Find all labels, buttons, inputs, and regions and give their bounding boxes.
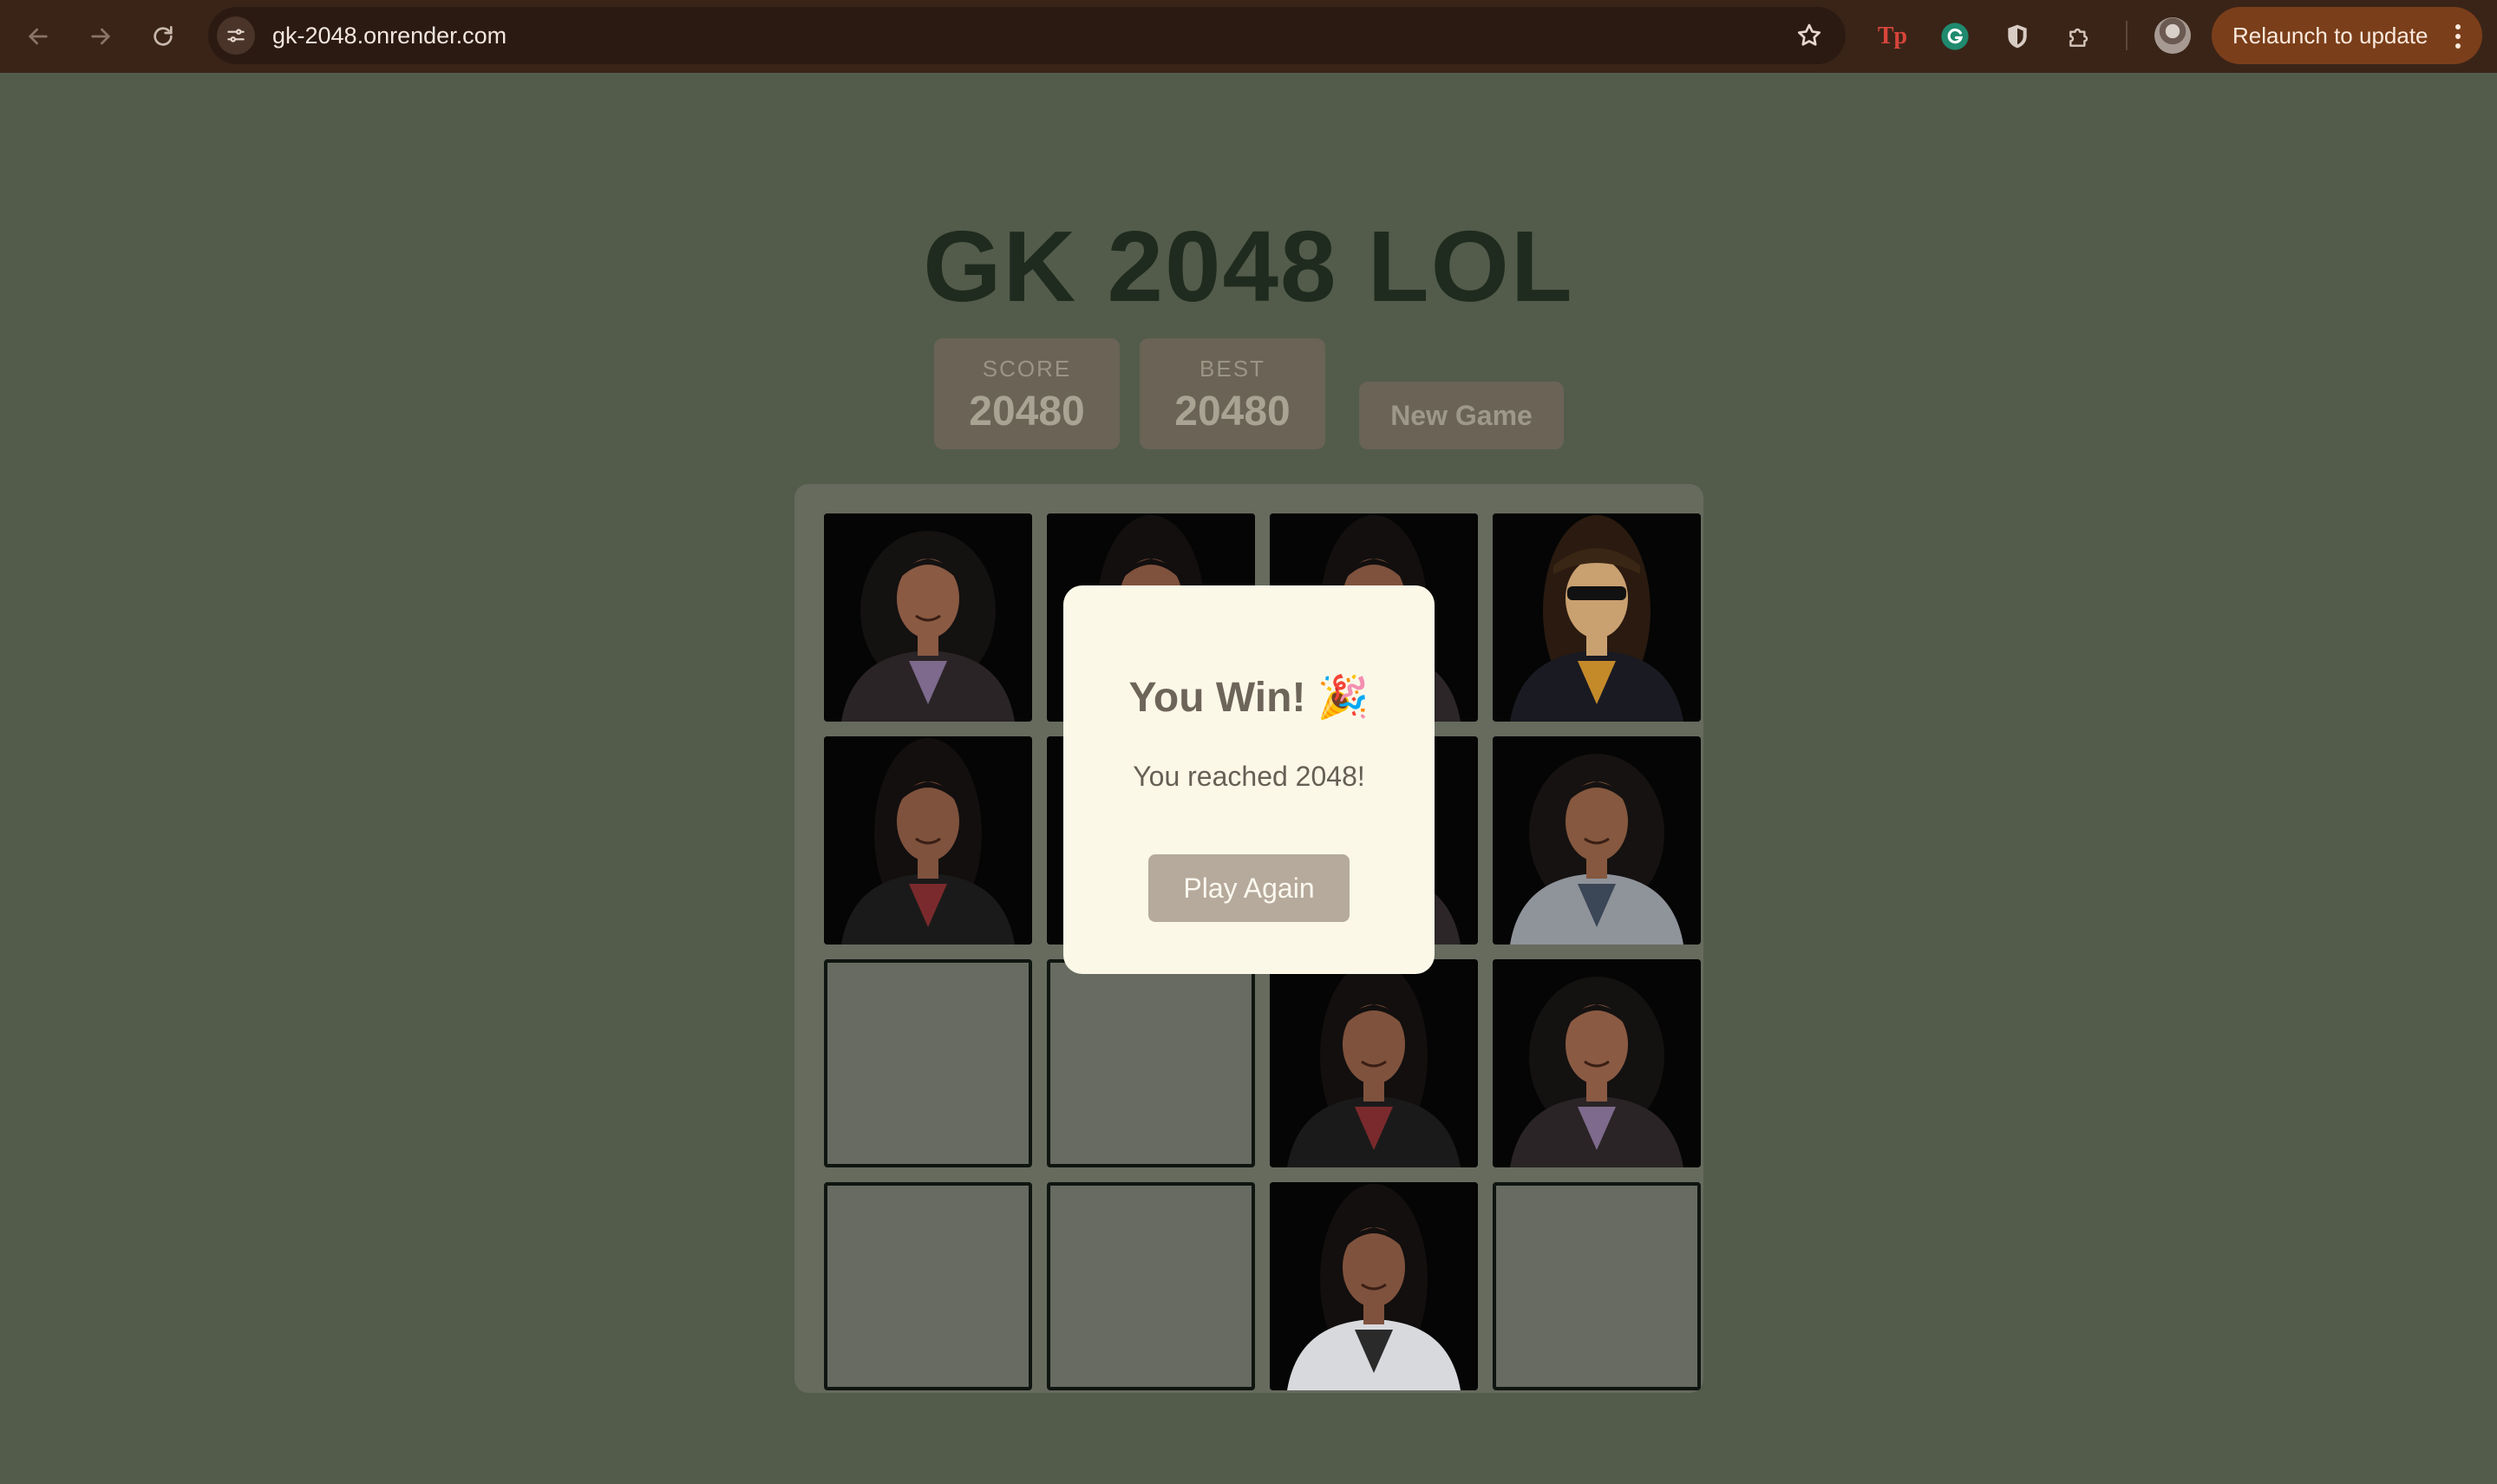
score-box: SCORE 20480 bbox=[934, 338, 1120, 449]
forward-icon[interactable] bbox=[82, 17, 120, 56]
photo-tile bbox=[824, 736, 1032, 945]
shield-extension-icon[interactable] bbox=[2000, 19, 2035, 54]
win-title: You Win! 🎉 bbox=[1128, 675, 1369, 721]
best-value: 20480 bbox=[1174, 389, 1291, 435]
play-again-button[interactable]: Play Again bbox=[1148, 854, 1350, 922]
url-text[interactable]: gk-2048.onrender.com bbox=[272, 7, 507, 64]
score-label: SCORE bbox=[982, 356, 1072, 382]
empty-cell bbox=[1047, 959, 1255, 1167]
new-game-button[interactable]: New Game bbox=[1359, 382, 1564, 449]
photo-tile bbox=[1270, 1182, 1478, 1390]
photo-tile bbox=[1493, 736, 1701, 945]
more-menu-icon[interactable] bbox=[2455, 24, 2461, 49]
extension-tp-icon[interactable]: Tp bbox=[1875, 19, 1910, 54]
photo-tile bbox=[824, 513, 1032, 722]
photo-tile bbox=[1270, 959, 1478, 1167]
bookmark-star-icon[interactable] bbox=[1795, 22, 1823, 49]
profile-avatar[interactable] bbox=[2154, 17, 2191, 54]
toolbar-separator bbox=[2126, 21, 2128, 50]
grammarly-extension-icon[interactable] bbox=[1938, 19, 1972, 54]
empty-cell bbox=[824, 959, 1032, 1167]
relaunch-to-update-button[interactable]: Relaunch to update bbox=[2212, 7, 2482, 64]
relaunch-label: Relaunch to update bbox=[2232, 22, 2428, 49]
win-message: You reached 2048! bbox=[1133, 761, 1365, 792]
empty-cell bbox=[824, 1182, 1032, 1390]
empty-cell bbox=[1047, 1182, 1255, 1390]
reload-icon[interactable] bbox=[144, 17, 182, 56]
best-label: BEST bbox=[1199, 356, 1265, 382]
browser-toolbar: gk-2048.onrender.com Tp Relaunch to upda… bbox=[0, 0, 2497, 73]
photo-tile bbox=[1493, 959, 1701, 1167]
best-score-box: BEST 20480 bbox=[1140, 338, 1325, 449]
extension-tp-label: Tp bbox=[1877, 23, 1908, 49]
extensions-puzzle-icon[interactable] bbox=[2062, 19, 2097, 54]
empty-cell bbox=[1493, 1182, 1701, 1390]
photo-tile bbox=[1493, 513, 1701, 722]
site-info-icon[interactable] bbox=[217, 16, 255, 55]
win-dialog: You Win! 🎉 You reached 2048! Play Again bbox=[1063, 585, 1435, 974]
back-icon[interactable] bbox=[19, 17, 57, 56]
score-value: 20480 bbox=[969, 389, 1085, 435]
address-bar[interactable]: gk-2048.onrender.com bbox=[208, 7, 1846, 64]
game-title: GK 2048 LOL bbox=[923, 210, 1574, 323]
